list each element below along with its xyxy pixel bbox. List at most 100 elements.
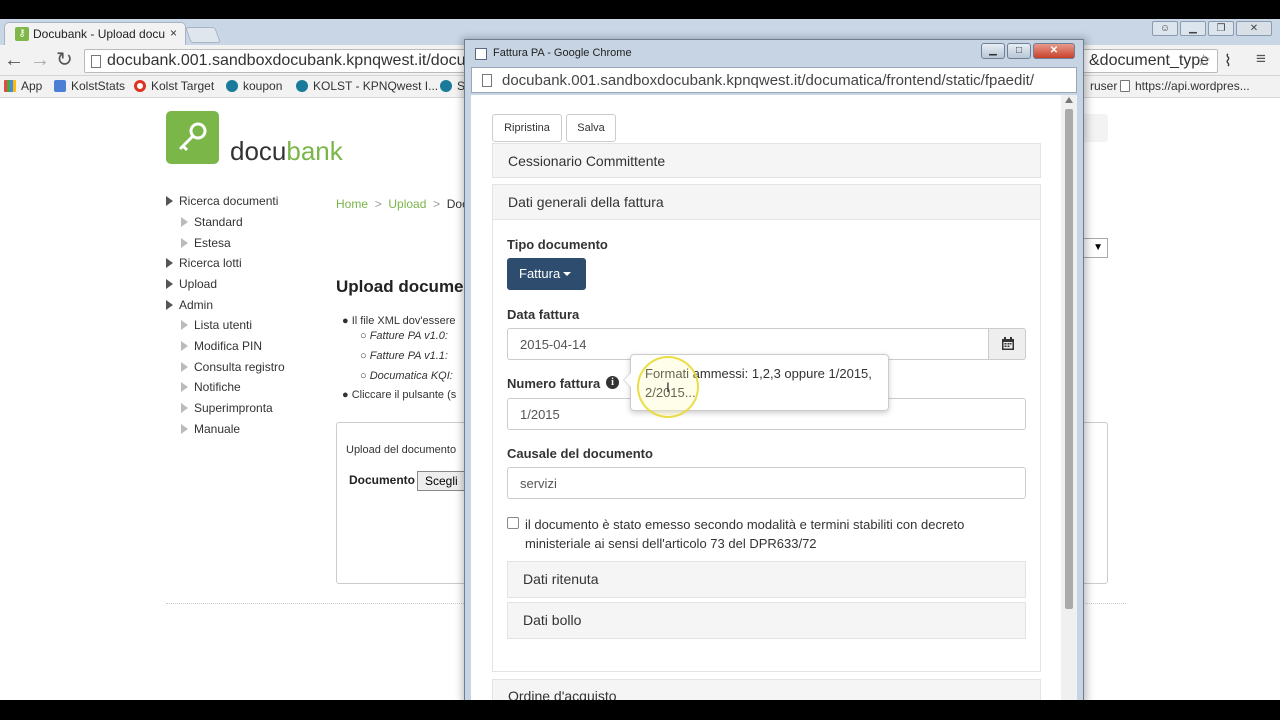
triangle-right-icon (181, 362, 188, 372)
calendar-button[interactable] (988, 328, 1026, 360)
reset-button[interactable]: Ripristina (492, 114, 562, 142)
section-title: Dati bollo (523, 612, 582, 628)
section-dati-ritenuta[interactable]: Dati ritenuta (507, 561, 1026, 598)
bookmark-label: App (21, 79, 43, 93)
sidebar-item-ricerca-documenti[interactable]: Ricerca documenti (166, 194, 278, 208)
minimize-icon[interactable]: ▁ (1180, 21, 1206, 36)
reload-icon[interactable]: ↻ (56, 50, 73, 70)
apps-grid-icon (4, 80, 16, 92)
section-cessionario-committente[interactable]: Cessionario Committente (492, 143, 1041, 178)
document-label: Documento (349, 473, 415, 487)
sidebar-item-admin[interactable]: Admin (166, 298, 213, 312)
causale-input[interactable]: servizi (507, 467, 1026, 499)
dropdown-value: Fattura (519, 266, 561, 281)
sidebar-item-upload[interactable]: Upload (166, 277, 217, 291)
sidebar-item-manuale[interactable]: Manuale (181, 422, 240, 436)
sidebar-item-label: Ricerca documenti (179, 194, 279, 208)
popup-close-icon[interactable]: ✕ (1033, 43, 1075, 59)
window-close-icon[interactable]: ✕ (1236, 21, 1272, 36)
user-icon[interactable]: ☺ (1152, 21, 1178, 36)
text-cursor-icon: I (666, 379, 670, 395)
breadcrumb-upload[interactable]: Upload (388, 197, 426, 211)
tab-close-icon[interactable]: × (170, 26, 177, 40)
sidebar-item-standard[interactable]: Standard (181, 215, 243, 229)
bookmark-apps[interactable]: App (4, 79, 42, 93)
bookmark-api-wordpress[interactable]: https://api.wordpres... (1120, 79, 1250, 93)
bookmark-ruser[interactable]: ruser (1090, 79, 1117, 93)
caret-down-icon (563, 272, 572, 276)
sidebar-item-label: Manuale (194, 422, 241, 436)
docubank-logo[interactable] (166, 111, 219, 164)
sidebar-item-consulta-registro[interactable]: Consulta registro (181, 360, 285, 374)
kolststats-icon (54, 80, 66, 92)
triangle-right-icon (181, 217, 188, 227)
list-item-text: Cliccare il pulsante (s (351, 389, 457, 401)
causale-label: Causale del documento (507, 446, 653, 461)
section-ordine-acquisto[interactable]: Ordine d'acquisto (492, 679, 1041, 701)
breadcrumb-separator: > (374, 197, 382, 211)
sidebar-item-ricerca-lotti[interactable]: Ricerca lotti (166, 256, 242, 270)
sidebar-item-estesa[interactable]: Estesa (181, 236, 231, 250)
popup-maximize-icon[interactable]: □ (1007, 43, 1031, 59)
browser-tab[interactable]: ⚷ Docubank - Upload docu × (4, 22, 186, 45)
st-icon (440, 80, 452, 92)
save-button[interactable]: Salva (566, 114, 616, 142)
bookmark-label: Kolst Target (151, 79, 215, 93)
bookmark-kolst-kpnqwest[interactable]: KOLST - KPNQwest I... (296, 79, 438, 93)
data-fattura-label: Data fattura (507, 307, 580, 322)
screen: ⚷ Docubank - Upload docu × ☺ ▁ ❐ ✕ ← → ↻… (0, 0, 1280, 720)
popup-window-title: Fattura PA - Google Chrome (493, 47, 632, 59)
maximize-icon[interactable]: ❐ (1208, 21, 1234, 36)
triangle-right-icon (166, 300, 173, 310)
sidebar-item-label: Standard (194, 215, 243, 229)
triangle-right-icon (181, 341, 188, 351)
kpnqwest-icon (296, 80, 308, 92)
info-icon[interactable]: i (606, 376, 619, 389)
sidebar-item-lista-utenti[interactable]: Lista utenti (181, 318, 252, 332)
popup-minimize-icon[interactable]: ▁ (981, 43, 1005, 59)
new-tab-button[interactable] (185, 27, 221, 43)
sidebar-item-label: Notifiche (194, 380, 241, 394)
koupon-icon (226, 80, 238, 92)
page-icon (475, 48, 487, 60)
scroll-up-arrow-icon[interactable] (1065, 97, 1073, 103)
sidebar-item-label: Upload (179, 277, 218, 291)
decreto-checkbox[interactable] (507, 517, 519, 529)
triangle-right-icon (181, 382, 188, 392)
bookmark-koupon[interactable]: koupon (226, 79, 282, 93)
sidebar-item-notifiche[interactable]: Notifiche (181, 380, 241, 394)
sidebar-item-superimpronta[interactable]: Superimpronta (181, 401, 273, 415)
sidebar-item-label: Modifica PIN (194, 339, 263, 353)
docubank-favicon-icon: ⚷ (15, 27, 29, 41)
scrollbar-thumb[interactable] (1065, 109, 1073, 609)
section-dati-bollo[interactable]: Dati bollo (507, 602, 1026, 639)
list-item-text: Documatica KQI: (369, 370, 453, 382)
back-arrow-icon[interactable]: ← (4, 50, 24, 70)
forward-arrow-icon[interactable]: → (30, 50, 50, 70)
sidebar-item-label: Ricerca lotti (179, 256, 242, 270)
logo-text-part1: docu (230, 136, 287, 166)
popup-window: Fattura PA - Google Chrome ▁ □ ✕ docuban… (464, 39, 1084, 704)
sidebar-item-label: Admin (179, 298, 214, 312)
bookmark-star-icon[interactable]: ☆ (1196, 51, 1211, 71)
breadcrumb-home[interactable]: Home (336, 197, 368, 211)
chrome-menu-icon[interactable]: ≡ (1256, 49, 1266, 69)
bookmark-kolststats[interactable]: KolstStats (54, 79, 125, 93)
popup-scrollbar[interactable] (1061, 95, 1077, 701)
decreto-checkbox-label: il documento è stato emesso secondo moda… (525, 517, 965, 551)
triangle-right-icon (181, 424, 188, 434)
section-title: Dati ritenuta (523, 571, 599, 587)
sidebar-item-modifica-pin[interactable]: Modifica PIN (181, 339, 262, 353)
list-item-text: Fatture PA v1.0: (369, 330, 448, 342)
bookmark-label: https://api.wordpres... (1135, 79, 1250, 93)
extension-icon[interactable]: ⌇ (1224, 51, 1232, 71)
sidebar-item-label: Consulta registro (194, 360, 285, 374)
popup-content: Ripristina Salva Cessionario Committente… (471, 95, 1077, 701)
sidebar-item-label: Estesa (194, 236, 231, 250)
bookmark-kolst-target[interactable]: Kolst Target (134, 79, 214, 93)
page-icon (1120, 80, 1130, 92)
popup-address-bar[interactable]: docubank.001.sandboxdocubank.kpnqwest.it… (471, 67, 1077, 93)
tipo-documento-dropdown[interactable]: Fattura (507, 258, 586, 290)
list-item-text: Il file XML dov'essere (351, 315, 456, 327)
sidebar-item-label: Superimpronta (194, 401, 273, 415)
